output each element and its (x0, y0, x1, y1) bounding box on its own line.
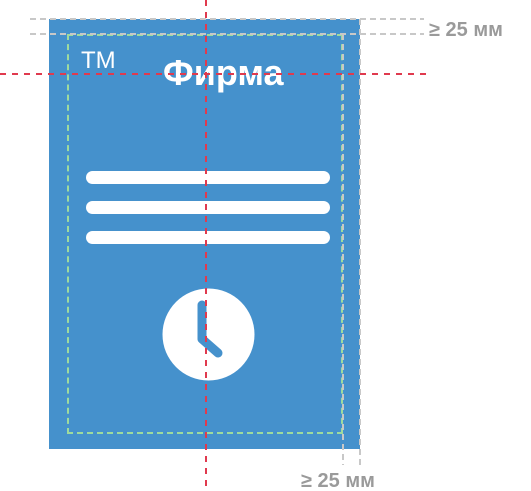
layout-diagram: TM Фирма ≥ 25 мм ≥ 25 мм (0, 0, 531, 491)
guides-overlay (0, 0, 430, 491)
bottom-dimension-label: ≥ 25 мм (301, 470, 375, 491)
top-dimension-label: ≥ 25 мм (429, 19, 503, 41)
